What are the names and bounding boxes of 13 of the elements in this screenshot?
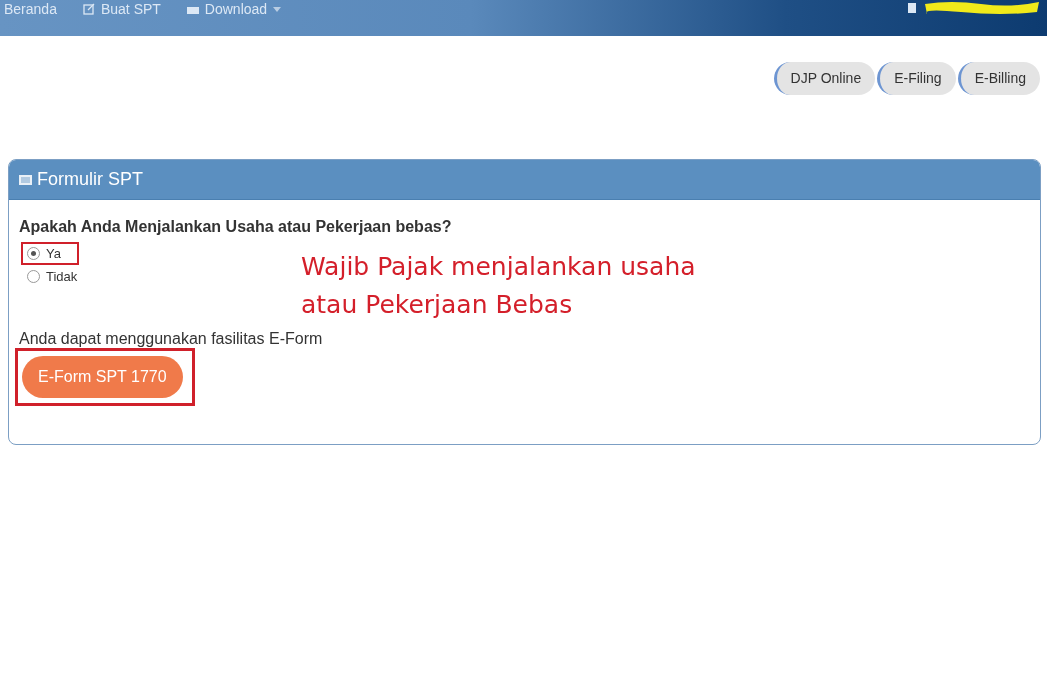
quick-link[interactable]: E-Billing [957, 62, 1040, 95]
radio-option[interactable]: Tidak [23, 267, 94, 286]
download-icon [186, 4, 199, 14]
question-text: Apakah Anda Menjalankan Usaha atau Pekerjaan bebas? [19, 218, 453, 236]
list-icon [19, 174, 32, 185]
user-icon[interactable] [907, 3, 917, 13]
edit-icon [82, 3, 95, 15]
radio-option[interactable]: Ya [23, 244, 77, 263]
quick-link[interactable]: DJP Online [773, 62, 876, 95]
annotation-text: Wajib Pajak menjalankan usaha atau Pekerjaan Bebas [301, 251, 696, 321]
quick-link[interactable]: E-Filing [877, 62, 956, 95]
panel-title: Formulir SPT [37, 169, 143, 190]
info-text: Anda dapat menggunakan fasilitas E-Form [19, 330, 324, 348]
